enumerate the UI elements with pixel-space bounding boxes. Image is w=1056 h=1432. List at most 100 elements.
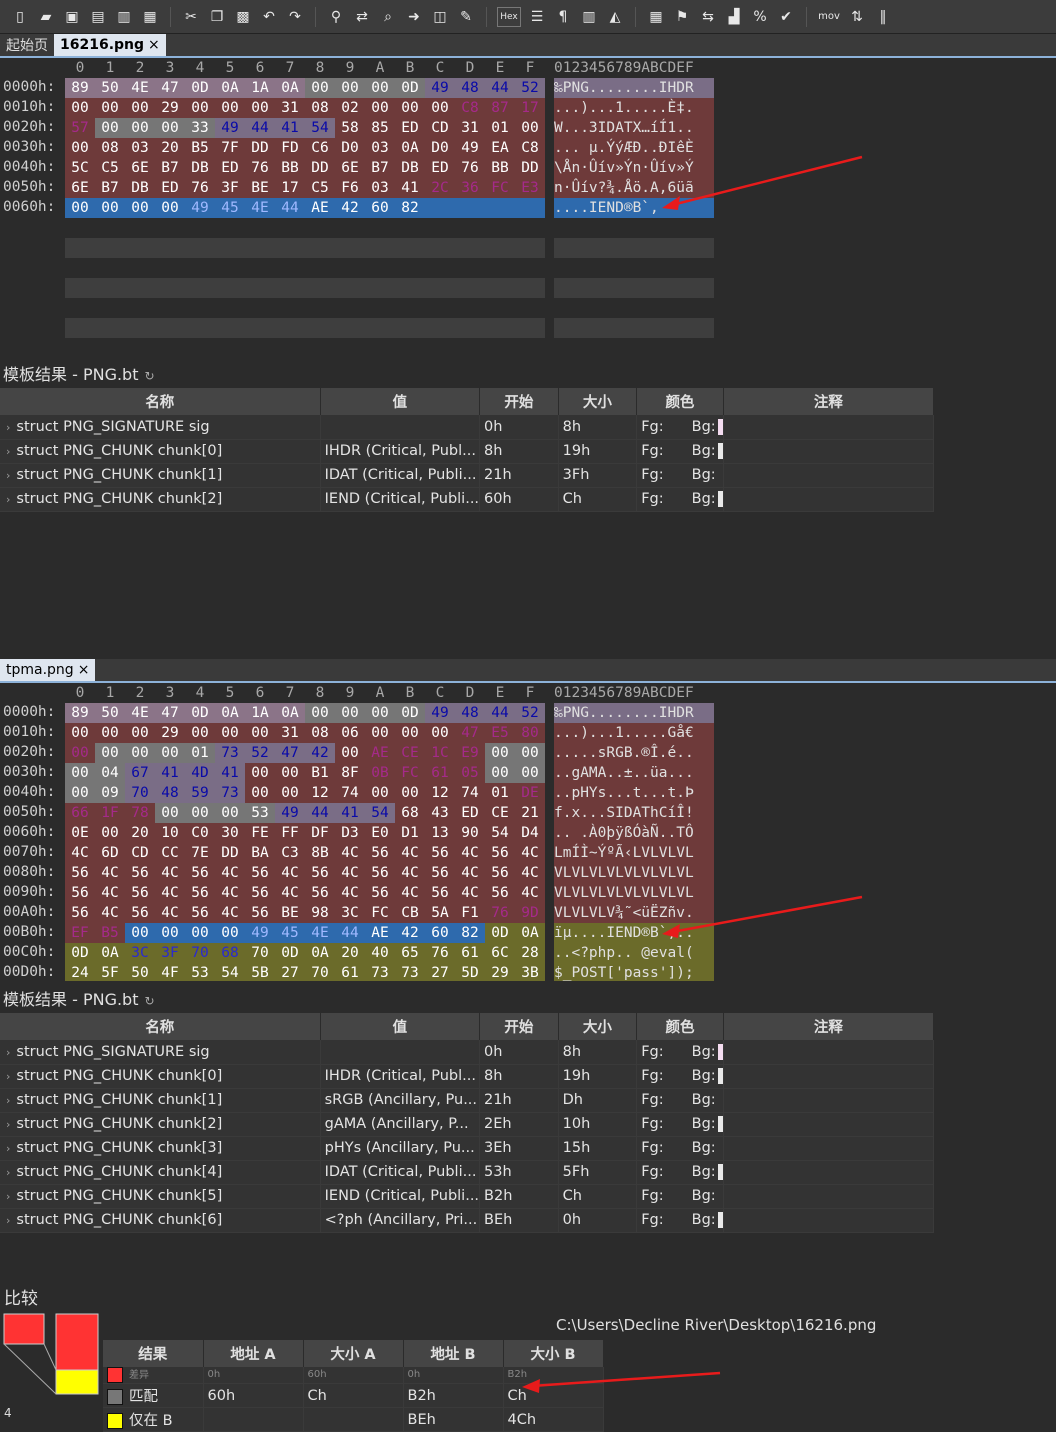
- hex-byte[interactable]: 66: [65, 803, 95, 823]
- hex-byte[interactable]: CC: [155, 843, 185, 863]
- hex-byte[interactable]: 68: [395, 803, 425, 823]
- hex-byte[interactable]: 00: [95, 198, 125, 218]
- hex-byte[interactable]: 59: [185, 783, 215, 803]
- column-header[interactable]: 名称: [0, 1013, 321, 1040]
- hex-byte[interactable]: DB: [185, 158, 215, 178]
- hex-byte[interactable]: 6D: [95, 843, 125, 863]
- hex-byte[interactable]: 04: [95, 763, 125, 783]
- hex-byte[interactable]: 89: [65, 78, 95, 98]
- column-header[interactable]: 大小: [558, 1013, 638, 1040]
- hex-byte[interactable]: 50: [125, 963, 155, 981]
- hex-byte[interactable]: 76: [485, 903, 515, 923]
- hex-byte[interactable]: 0A: [395, 138, 425, 158]
- hex-byte[interactable]: 27: [275, 963, 305, 981]
- hex-byte[interactable]: 56: [185, 903, 215, 923]
- hex-byte[interactable]: 5D: [455, 963, 485, 981]
- goto-icon[interactable]: ➜: [404, 7, 424, 27]
- hex-editor-bottom[interactable]: 0 1 2 3 4 5 6 7 8 9 A B C D E F 0123456789ABCDEF 0000h: 89…: [0, 685, 1056, 981]
- template-row[interactable]: › struct PNG_CHUNK chunk[4] IDAT (Critical…: [0, 1160, 935, 1185]
- hex-byte[interactable]: C8: [455, 98, 485, 118]
- template-row[interactable]: › struct PNG_CHUNK chunk[0] IHDR (Critical…: [0, 439, 935, 464]
- hex-byte[interactable]: 9D: [515, 903, 545, 923]
- hex-byte[interactable]: 73: [215, 783, 245, 803]
- hex-byte[interactable]: 45: [215, 198, 245, 218]
- hex-byte[interactable]: 49: [215, 118, 245, 138]
- save-as-icon[interactable]: ▤: [88, 7, 108, 27]
- hex-byte[interactable]: 56: [365, 883, 395, 903]
- hex-byte[interactable]: 00: [65, 138, 95, 158]
- hex-byte[interactable]: 47: [275, 743, 305, 763]
- hex-byte[interactable]: 50: [95, 78, 125, 98]
- hex-byte[interactable]: 29: [155, 723, 185, 743]
- hex-byte[interactable]: 00: [65, 763, 95, 783]
- expand-chevron-icon[interactable]: ›: [6, 1118, 10, 1131]
- script-icon[interactable]: ✎: [456, 7, 476, 27]
- hex-byte[interactable]: 00: [65, 743, 95, 763]
- hex-byte[interactable]: 44: [245, 118, 275, 138]
- hex-byte[interactable]: 06: [335, 723, 365, 743]
- hex-byte[interactable]: 98: [305, 903, 335, 923]
- hex-byte[interactable]: 8F: [335, 763, 365, 783]
- save-icon[interactable]: ▣: [62, 7, 82, 27]
- hex-byte[interactable]: 20: [335, 943, 365, 963]
- ascii-text[interactable]: VLVLVLV¾˜<üËZñv.: [554, 903, 714, 923]
- ascii-text[interactable]: VLVLVLVLVLVLVLVL: [554, 863, 714, 883]
- expand-chevron-icon[interactable]: ›: [6, 1094, 10, 1107]
- hex-byte[interactable]: 56: [65, 903, 95, 923]
- hex-byte[interactable]: 44: [275, 198, 305, 218]
- column-header[interactable]: 名称: [0, 388, 321, 415]
- expand-chevron-icon[interactable]: ›: [6, 1046, 10, 1059]
- column-header[interactable]: 开始: [479, 388, 559, 415]
- column-header[interactable]: 颜色: [636, 1013, 724, 1040]
- hex-byte[interactable]: 8B: [305, 843, 335, 863]
- hex-byte[interactable]: 56: [245, 883, 275, 903]
- hex-byte[interactable]: DD: [305, 158, 335, 178]
- hex-byte[interactable]: 68: [215, 943, 245, 963]
- hex-byte[interactable]: 3B: [515, 963, 545, 981]
- ascii-text[interactable]: ‰PNG........IHDR: [554, 78, 714, 98]
- hex-byte[interactable]: 21: [515, 803, 545, 823]
- hex-byte[interactable]: D4: [515, 823, 545, 843]
- hex-byte[interactable]: 27: [425, 963, 455, 981]
- hex-byte[interactable]: BE: [245, 178, 275, 198]
- hex-byte[interactable]: FD: [275, 138, 305, 158]
- ascii-text[interactable]: .. .À0þÿßÓàÑ..TÔ: [554, 823, 714, 843]
- hex-byte[interactable]: D1: [395, 823, 425, 843]
- hex-byte[interactable]: 00: [335, 743, 365, 763]
- hex-byte[interactable]: 08: [305, 98, 335, 118]
- hex-byte[interactable]: 00: [95, 743, 125, 763]
- column-header[interactable]: 值: [320, 1013, 481, 1040]
- hex-byte[interactable]: 00: [215, 723, 245, 743]
- hex-byte[interactable]: 29: [155, 98, 185, 118]
- compare-column-header[interactable]: 地址 A: [203, 1340, 304, 1367]
- hex-byte[interactable]: 24: [65, 963, 95, 981]
- hex-byte[interactable]: 44: [485, 703, 515, 723]
- hex-byte[interactable]: 6E: [125, 158, 155, 178]
- compare-icon[interactable]: ◫: [430, 7, 450, 27]
- hex-byte[interactable]: 00: [185, 98, 215, 118]
- hex-byte[interactable]: 6E: [335, 158, 365, 178]
- cut-icon[interactable]: ✂: [181, 7, 201, 27]
- hex-byte[interactable]: 00: [515, 763, 545, 783]
- hex-byte[interactable]: 60: [425, 923, 455, 943]
- hex-byte[interactable]: 0A: [215, 78, 245, 98]
- hex-byte[interactable]: 0D: [275, 943, 305, 963]
- hex-byte[interactable]: 1F: [95, 803, 125, 823]
- hex-byte[interactable]: 4C: [215, 883, 245, 903]
- ruler-icon[interactable]: ▥: [579, 7, 599, 27]
- column-header[interactable]: 注释: [723, 388, 935, 415]
- hex-byte[interactable]: 0A: [305, 943, 335, 963]
- hex-byte[interactable]: EA: [485, 138, 515, 158]
- replace-icon[interactable]: ⇄: [352, 7, 372, 27]
- checksum-icon[interactable]: ✔: [776, 7, 796, 27]
- close-icon[interactable]: ×: [78, 662, 90, 678]
- hex-byte[interactable]: ED: [425, 158, 455, 178]
- hex-byte[interactable]: 87: [485, 98, 515, 118]
- hex-byte[interactable]: 52: [515, 703, 545, 723]
- template-row[interactable]: › struct PNG_CHUNK chunk[1] IDAT (Critical…: [0, 463, 935, 488]
- hex-byte[interactable]: 00: [425, 98, 455, 118]
- hex-byte[interactable]: C5: [95, 158, 125, 178]
- template-row[interactable]: › struct PNG_CHUNK chunk[3] pHYs (Ancillar…: [0, 1136, 935, 1161]
- hex-byte[interactable]: AE: [305, 198, 335, 218]
- hex-byte[interactable]: [485, 198, 515, 218]
